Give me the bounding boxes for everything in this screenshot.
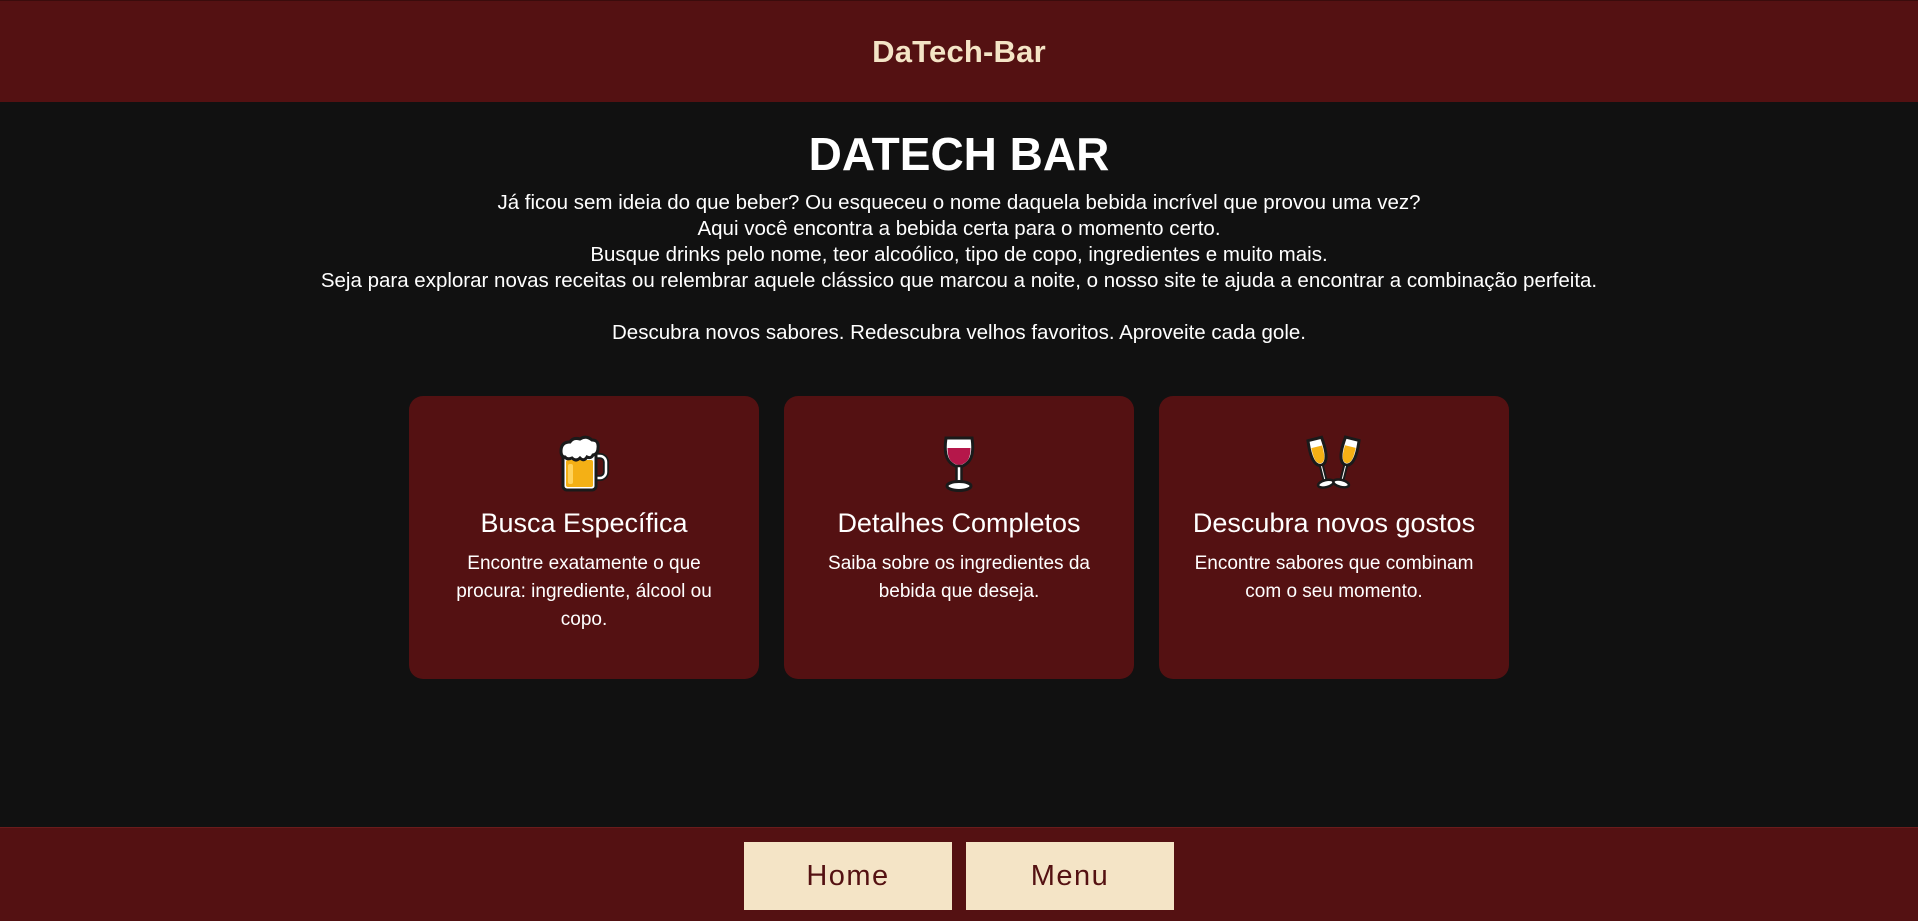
card-title: Busca Específica xyxy=(480,508,688,538)
beer-mug-icon xyxy=(559,435,609,492)
clinking-glasses-icon xyxy=(1306,435,1361,489)
site-brand: DaTech-Bar xyxy=(872,33,1046,69)
feature-card-busca: Busca Específica Encontre exatamente o q… xyxy=(409,396,759,679)
top-header: DaTech-Bar xyxy=(0,0,1918,102)
hero-section: DATECH BAR Já ficou sem ideia do que beb… xyxy=(0,102,1918,367)
intro-line: Seja para explorar novas receitas ou rel… xyxy=(320,269,1598,292)
intro-line: Já ficou sem ideia do que beber? Ou esqu… xyxy=(497,191,1421,214)
menu-button[interactable]: Menu xyxy=(966,842,1174,910)
page-title: DATECH BAR xyxy=(808,128,1110,180)
intro-line: Busque drinks pelo nome, teor alcoólico,… xyxy=(590,243,1328,266)
card-text: Saiba sobre os ingredientes da bebida qu… xyxy=(828,553,1090,602)
card-title: Descubra novos gostos xyxy=(1192,508,1476,538)
intro-line: Aqui você encontra a bebida certa para o… xyxy=(697,217,1221,240)
tagline: Descubra novos sabores. Redescubra velho… xyxy=(612,321,1306,344)
feature-card-descubra: Descubra novos gostos Encontre sabores q… xyxy=(1159,396,1509,679)
bottom-nav: Home Menu xyxy=(0,827,1918,921)
card-text: Encontre sabores que combinam com o seu … xyxy=(1194,553,1474,602)
feature-card-detalhes: Detalhes Completos Saiba sobre os ingred… xyxy=(784,396,1134,679)
intro-text: Já ficou sem ideia do que beber? Ou esqu… xyxy=(0,190,1918,294)
wine-glass-icon xyxy=(943,436,975,492)
card-title: Detalhes Completos xyxy=(837,508,1081,538)
home-button[interactable]: Home xyxy=(744,842,952,910)
page: DaTech-Bar DATECH BAR Já ficou sem ideia… xyxy=(0,0,1918,921)
feature-cards: Busca Específica Encontre exatamente o q… xyxy=(409,396,1509,679)
card-text: Encontre exatamente o que procura: ingre… xyxy=(456,553,712,630)
